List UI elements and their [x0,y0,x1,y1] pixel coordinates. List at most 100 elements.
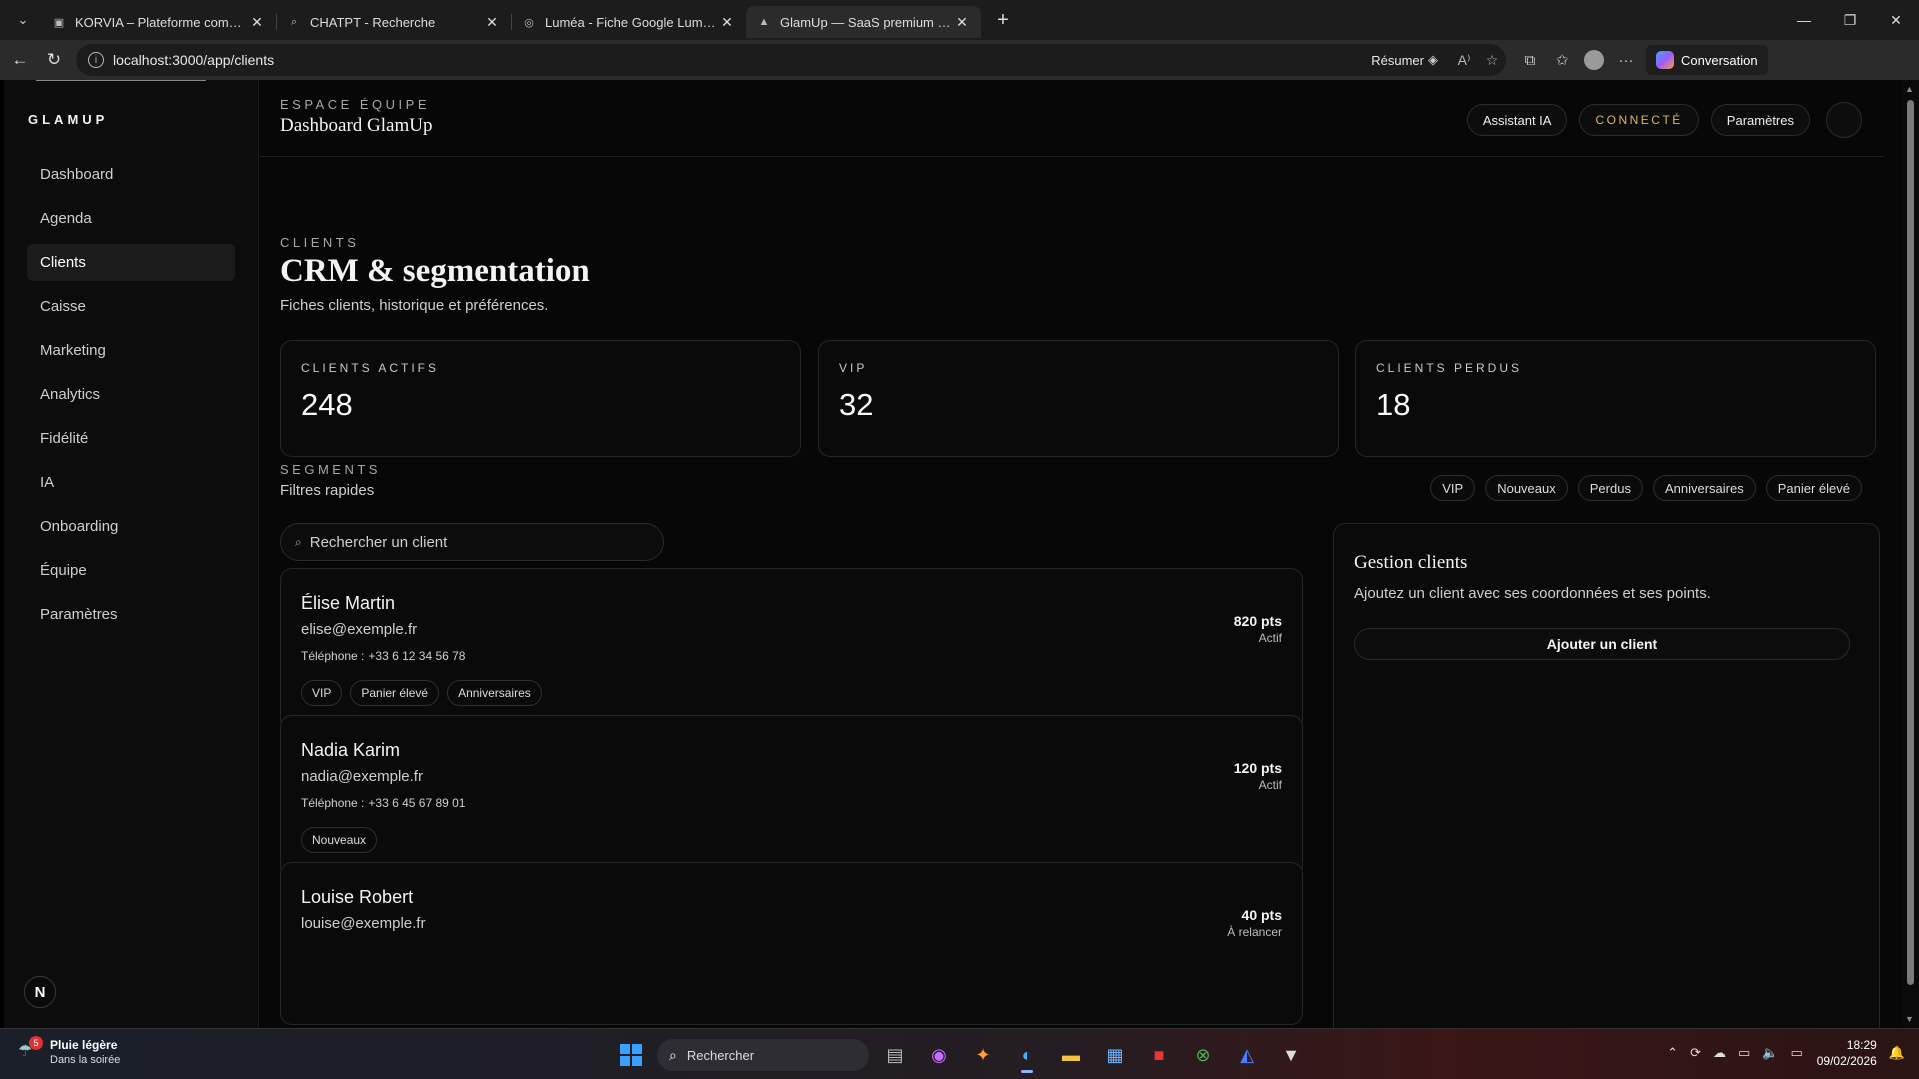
chevron-up-icon[interactable]: ⌃ [1667,1045,1678,1061]
battery-icon[interactable]: ▭ [1790,1045,1802,1061]
back-arrow-icon[interactable]: ← [6,46,34,74]
sidebar: GLAMUP Dashboard Agenda Clients Caisse M… [4,80,259,1028]
filter-chip-nouveaux[interactable]: Nouveaux [1485,475,1568,501]
triangle-icon: ▲ [758,16,770,28]
copilot-icon [1656,51,1674,69]
copilot-app-icon[interactable]: ✦ [965,1037,1001,1073]
restore-icon[interactable]: ❐ [1827,0,1873,40]
sidebar-item-analytics[interactable]: Analytics [27,376,235,413]
sidebar-item-parametres[interactable]: Paramètres [27,596,235,633]
system-tray: ⌃ ⟳ ☁ ▭ 🔈 ▭ 18:29 09/02/2026 🔔 [1655,1037,1905,1069]
browser-tab[interactable]: ◎ Luméa - Fiche Google Luméa Solu ✕ [511,6,746,38]
favorite-star-icon[interactable]: ☆ [1478,52,1506,69]
windows-start-icon[interactable] [613,1037,649,1073]
sidebar-item-onboarding[interactable]: Onboarding [27,508,235,545]
client-name: Élise Martin [301,593,396,613]
notifications-icon[interactable]: 🔔 [1889,1045,1905,1061]
client-card[interactable]: Élise Martin elise@exemple.fr Téléphone … [280,568,1303,731]
toolbar-icons: ⧉ ✩ ··· [1514,46,1642,74]
edge-browser-icon[interactable]: ◐ [1009,1037,1045,1073]
filter-chip-vip[interactable]: VIP [1430,475,1476,501]
microsoft-store-icon[interactable]: ▦ [1097,1037,1133,1073]
minimize-icon[interactable]: — [1781,0,1827,40]
client-tag: Nouveaux [301,827,378,853]
sidebar-item-equipe[interactable]: Équipe [27,552,235,589]
taskbar-search[interactable]: ⌕ Rechercher [657,1039,869,1071]
browser-tab[interactable]: ⌕ CHATPT - Recherche ✕ [276,6,511,38]
browser-tab[interactable]: ▣ KORVIA – Plateforme communaut ✕ [41,6,276,38]
client-card[interactable]: Louise Robert louise@exemple.fr 40 pts À… [280,862,1303,1025]
sync-icon[interactable]: ⟳ [1690,1045,1701,1061]
sidebar-item-agenda[interactable]: Agenda [27,200,235,237]
globe-icon: ◎ [524,16,534,29]
close-icon[interactable]: ✕ [248,14,266,31]
sidebar-item-caisse[interactable]: Caisse [27,288,235,325]
task-view-icon[interactable]: ▤ [877,1037,913,1073]
client-search-input[interactable]: ⌕ Rechercher un client [280,523,664,561]
close-icon[interactable]: ✕ [718,14,736,31]
summarize-button[interactable]: Résumer ◈ [1371,52,1438,68]
taskbar-search-label: Rechercher [686,1047,755,1063]
assistant-ia-button[interactable]: Assistant IA [1466,104,1568,136]
app-viewport: GLAMUP Dashboard Agenda Clients Caisse M… [4,80,1902,1028]
scrollbar-thumb[interactable] [1907,100,1914,985]
app-icon[interactable]: ◭ [1229,1037,1265,1073]
app-icon[interactable]: ■ [1141,1037,1177,1073]
close-icon[interactable]: ✕ [483,14,501,31]
close-icon[interactable]: ✕ [953,14,971,31]
filter-chip-anniversaires[interactable]: Anniversaires [1652,475,1756,501]
stat-label: VIP [839,361,868,375]
more-options-icon[interactable]: ··· [1610,46,1642,74]
file-explorer-icon[interactable]: ▬ [1053,1037,1089,1073]
client-email: nadia@exemple.fr [301,768,423,785]
app-icon[interactable]: ◉ [921,1037,957,1073]
read-aloud-icon[interactable]: A⁾ [1450,52,1478,69]
browser-tab-active[interactable]: ▲ GlamUp — SaaS premium pour sa ✕ [746,6,981,38]
client-tag: Panier élevé [350,680,440,706]
new-tab-button[interactable]: + [987,6,1019,34]
sidebar-item-marketing[interactable]: Marketing [27,332,235,369]
client-tags: VIP Panier élevé Anniversaires [301,680,550,706]
filter-chip-panier-eleve[interactable]: Panier élevé [1765,475,1862,501]
sidebar-item-clients[interactable]: Clients [27,244,235,281]
settings-button[interactable]: Paramètres [1710,104,1810,136]
url-text[interactable]: localhost:3000/app/clients [113,52,1371,68]
nextjs-badge[interactable]: N [24,976,56,1008]
page-scrollbar[interactable]: ▲ ▼ [1902,80,1919,1028]
sidebar-item-dashboard[interactable]: Dashboard [27,156,235,193]
extensions-icon[interactable]: ⧉ [1514,46,1546,74]
weather-widget[interactable]: ☂ 5 Pluie légère Dans la soirée [18,1036,121,1066]
search-icon: ⌕ [295,534,302,549]
browser-toolbar: ← ↻ i localhost:3000/app/clients Résumer… [0,40,1919,80]
window-controls: — ❐ ✕ [1781,0,1919,40]
sidebar-item-ia[interactable]: IA [27,464,235,501]
address-bar[interactable]: i localhost:3000/app/clients Résumer ◈ A⁾… [76,44,1506,76]
segment-filter-chips: VIP Nouveaux Perdus Anniversaires Panier… [1420,475,1862,501]
summarize-label: Résumer [1371,52,1424,68]
scroll-up-icon[interactable]: ▲ [1905,84,1914,94]
volume-mute-icon[interactable]: 🔈 [1762,1045,1778,1061]
network-icon[interactable]: ▭ [1738,1045,1750,1061]
header-eyebrow: ESPACE ÉQUIPE [280,97,431,112]
app-icon[interactable]: ▼ [1273,1037,1309,1073]
close-window-icon[interactable]: ✕ [1873,0,1919,40]
client-email: louise@exemple.fr [301,915,426,932]
filter-chip-perdus[interactable]: Perdus [1577,475,1643,501]
user-avatar[interactable] [1826,102,1862,138]
client-card[interactable]: Nadia Karim nadia@exemple.fr Téléphone :… [280,715,1303,878]
onedrive-offline-icon[interactable]: ☁ [1713,1045,1726,1061]
profile-icon[interactable] [1578,46,1610,74]
favorites-icon[interactable]: ✩ [1546,46,1578,74]
weather-subtitle: Dans la soirée [50,1054,121,1066]
client-phone-number: +33 6 12 34 56 78 [368,649,466,663]
sidebar-item-fidelite[interactable]: Fidélité [27,420,235,457]
site-info-icon[interactable]: i [88,52,104,68]
xbox-icon[interactable]: ⊗ [1185,1037,1221,1073]
refresh-icon[interactable]: ↻ [40,46,68,74]
clock[interactable]: 18:29 09/02/2026 [1817,1037,1877,1069]
copilot-conversation-button[interactable]: Conversation [1646,45,1768,75]
scroll-down-icon[interactable]: ▼ [1905,1014,1914,1024]
tab-actions-menu-button[interactable]: ⌄ [5,6,41,34]
add-client-button[interactable]: Ajouter un client [1354,628,1850,660]
segments-subtitle: Filtres rapides [280,482,375,499]
